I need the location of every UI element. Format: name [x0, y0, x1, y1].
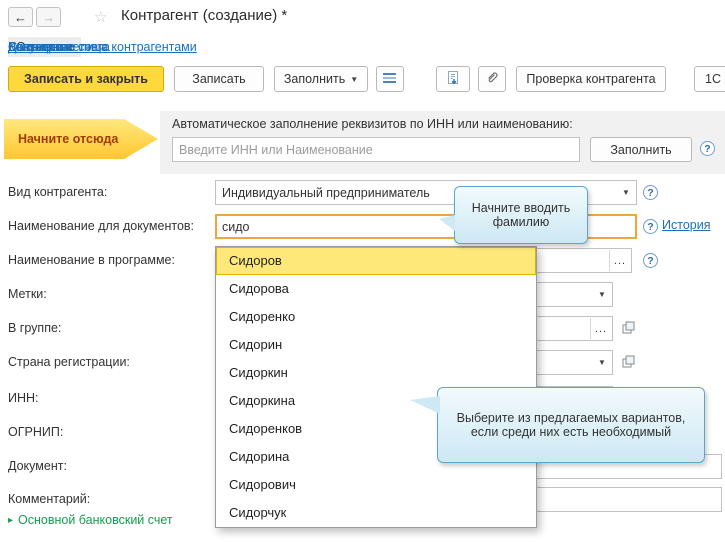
- kind-value: Индивидуальный предприниматель: [222, 185, 430, 200]
- document-label: Документ:: [8, 459, 67, 473]
- chevron-down-icon[interactable]: ▼: [593, 284, 611, 305]
- forward-button[interactable]: →: [36, 7, 61, 27]
- prog-name-label: Наименование в программе:: [8, 253, 175, 267]
- forward-icon: →: [42, 9, 55, 25]
- group-open-button[interactable]: [618, 318, 638, 339]
- section-tabs: Основное Документы Договоры Банковские с…: [8, 37, 197, 57]
- comment-label: Комментарий:: [8, 492, 91, 506]
- spark-button[interactable]: 1С: [694, 66, 725, 92]
- dropdown-item[interactable]: Сидорович: [216, 471, 536, 499]
- start-here-callout: Начните отсюда: [4, 119, 158, 159]
- main-bank-account-label: Основной банковский счет: [18, 513, 173, 527]
- hint-pick-variant-bubble: Выберите из предлагаемых вариантов, если…: [410, 387, 705, 463]
- attachments-button[interactable]: [478, 66, 506, 92]
- check-counterparty-button[interactable]: Проверка контрагента: [516, 66, 666, 92]
- expand-triangle-icon: ▸: [8, 514, 14, 526]
- bubble-tail: [410, 396, 440, 414]
- reports-button[interactable]: [376, 66, 404, 92]
- back-button[interactable]: ←: [8, 7, 33, 27]
- history-link[interactable]: История: [662, 218, 710, 232]
- dropdown-item-selected[interactable]: Сидоров: [216, 247, 536, 275]
- favorite-star-icon[interactable]: ☆: [94, 8, 107, 26]
- tags-label: Метки:: [8, 287, 47, 301]
- ellipsis-button[interactable]: ...: [609, 250, 630, 271]
- autofill-caption: Автоматическое заполнение реквизитов по …: [172, 117, 573, 131]
- dropdown-item[interactable]: Сидоркин: [216, 359, 536, 387]
- prog-name-help-icon[interactable]: ?: [643, 253, 658, 268]
- dropdown-item[interactable]: Сидорчук: [216, 499, 536, 527]
- counterparty-create-window: ← → ☆ Контрагент (создание) * Основное Д…: [0, 0, 725, 542]
- country-open-button[interactable]: [618, 352, 638, 373]
- chevron-down-icon: ▼: [350, 74, 359, 84]
- save-label: Записать: [192, 72, 246, 86]
- hint-pick-variant-text: Выберите из предлагаемых вариантов, если…: [456, 411, 686, 439]
- bubble-tail: [439, 215, 455, 231]
- inn-label: ИНН:: [8, 391, 39, 405]
- dropdown-item[interactable]: Сидорова: [216, 275, 536, 303]
- autofill-fill-button[interactable]: Заполнить: [590, 137, 692, 162]
- kind-help-icon[interactable]: ?: [643, 185, 658, 200]
- page-title: Контрагент (создание) *: [121, 7, 288, 24]
- autofill-help-icon[interactable]: ?: [700, 141, 715, 156]
- main-bank-account-link[interactable]: ▸ Основной банковский счет: [8, 513, 173, 527]
- load-data-button[interactable]: [436, 66, 470, 92]
- open-icon: [622, 355, 635, 371]
- fill-label: Заполнить: [283, 72, 346, 86]
- country-label: Страна регистрации:: [8, 355, 130, 369]
- inn-or-name-input[interactable]: [172, 137, 580, 162]
- spark-label: 1С: [705, 72, 721, 86]
- list-lines-icon: [382, 71, 398, 88]
- save-close-button[interactable]: Записать и закрыть: [8, 66, 164, 92]
- start-here-label: Начните отсюда: [18, 132, 119, 146]
- dropdown-item[interactable]: Сидорин: [216, 331, 536, 359]
- ogrnip-label: ОГРНИП:: [8, 425, 64, 439]
- autofill-fill-label: Заполнить: [610, 142, 672, 157]
- open-icon: [622, 321, 635, 337]
- back-icon: ←: [14, 9, 27, 25]
- document-arrow-icon: [445, 70, 461, 89]
- save-button[interactable]: Записать: [174, 66, 264, 92]
- dropdown-item[interactable]: Сидоренко: [216, 303, 536, 331]
- group-label: В группе:: [8, 321, 62, 335]
- save-close-label: Записать и закрыть: [24, 72, 148, 86]
- chevron-down-icon[interactable]: ▼: [593, 352, 611, 373]
- doc-name-label: Наименование для документов:: [8, 219, 195, 233]
- doc-name-help-icon[interactable]: ?: [643, 219, 658, 234]
- fill-menu-button[interactable]: Заполнить ▼: [274, 66, 368, 92]
- paperclip-icon: [485, 70, 500, 88]
- hint-type-surname-bubble: Начните вводить фамилию: [439, 186, 588, 244]
- kind-label: Вид контрагента:: [8, 185, 108, 199]
- hint-type-surname-text: Начните вводить фамилию: [471, 201, 571, 229]
- ellipsis-button[interactable]: ...: [590, 318, 611, 339]
- check-counterparty-label: Проверка контрагента: [526, 72, 656, 86]
- chevron-down-icon[interactable]: ▼: [617, 182, 635, 203]
- tab-settlement-accounts[interactable]: Счета расчетов с контрагентами: [8, 37, 197, 57]
